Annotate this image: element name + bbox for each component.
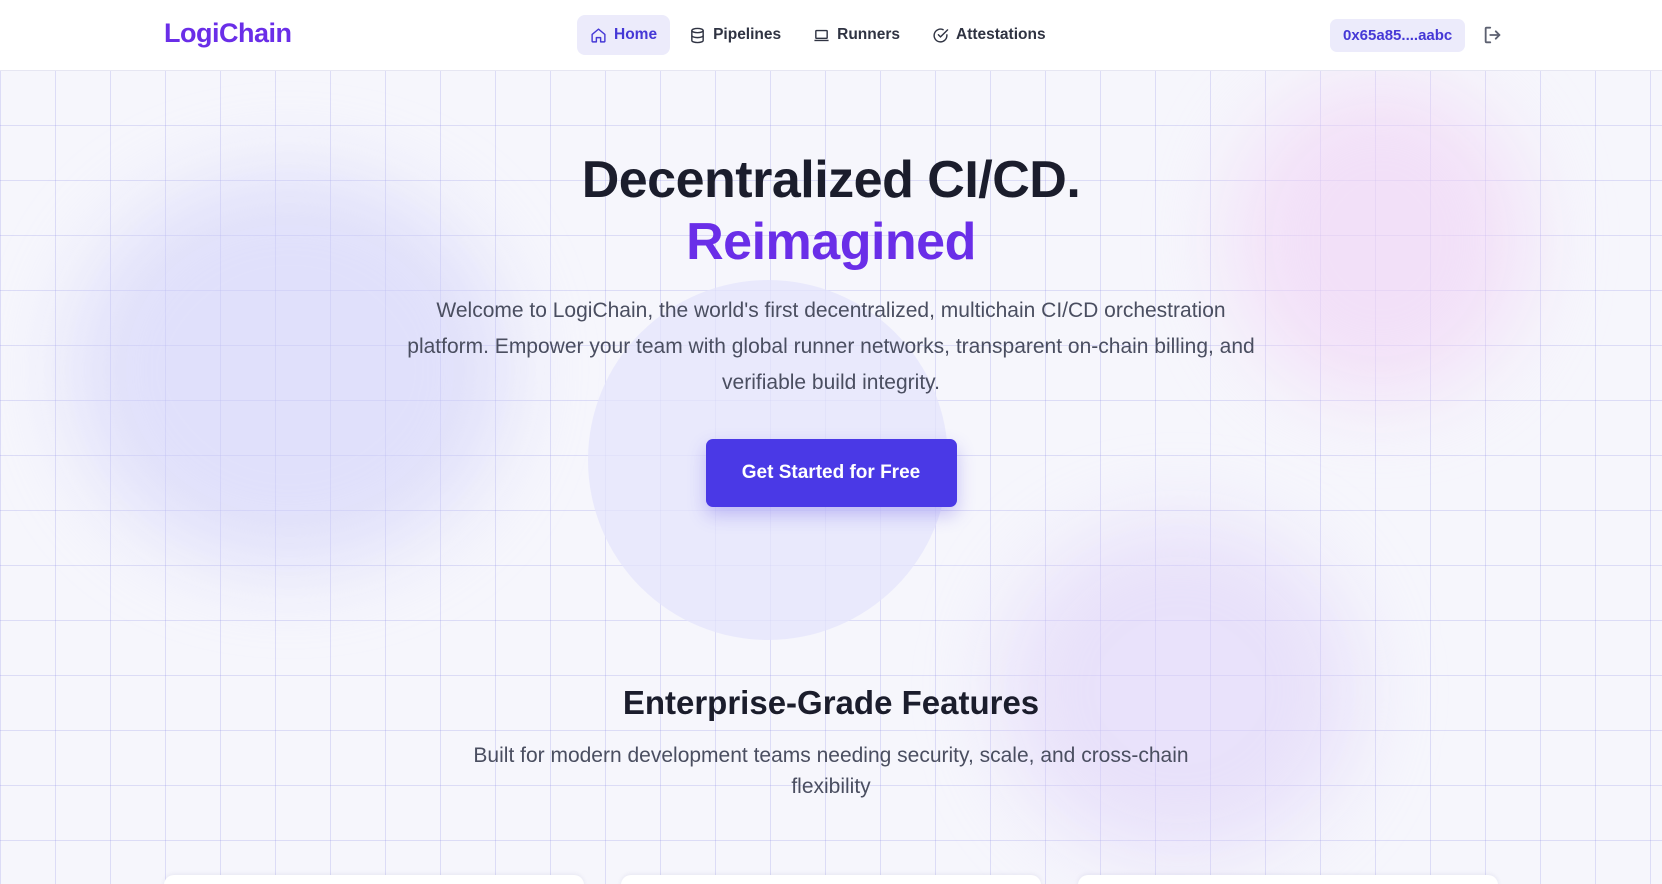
hero-accent-title: Reimagined [686,213,976,271]
hero-description: Welcome to LogiChain, the world's first … [407,299,1255,394]
nav-label-attestations: Attestations [956,26,1046,43]
features-title: Enterprise-Grade Features [622,684,1040,721]
nav-item-attestations[interactable]: Attestations [919,15,1059,55]
nav-label-home: Home [614,26,658,43]
get-started-button[interactable]: Get Started for Free [705,439,957,507]
top-navbar: LogiChain Home Pipelines Runners Attesta… [0,0,1662,71]
logout-icon[interactable] [1482,24,1504,46]
main-nav: Home Pipelines Runners Attestations [577,15,1059,55]
page: LogiChain Home Pipelines Runners Attesta… [0,0,1662,884]
database-icon [691,27,704,43]
home-icon [591,27,606,43]
check-circle-icon [933,27,949,43]
features-description: Built for modern development teams needi… [473,744,1189,798]
nav-label-pipelines: Pipelines [713,26,782,43]
laptop-icon [814,29,829,41]
hero-section: Decentralized CI/CD. Reimagined Welcome … [0,150,1662,507]
nav-item-home[interactable]: Home [577,15,671,55]
nav-item-pipelines[interactable]: Pipelines [676,15,794,55]
wallet-address-button[interactable]: 0x65a85....aabc [1330,19,1466,52]
feature-card [164,875,584,884]
hero-title: Decentralized CI/CD. [581,151,1081,209]
feature-card [1078,875,1498,884]
feature-card [621,875,1041,884]
logo[interactable]: LogiChain [164,18,292,49]
nav-item-runners[interactable]: Runners [800,15,913,55]
nav-label-runners: Runners [837,26,901,43]
features-section: Enterprise-Grade Features Built for mode… [0,684,1662,802]
